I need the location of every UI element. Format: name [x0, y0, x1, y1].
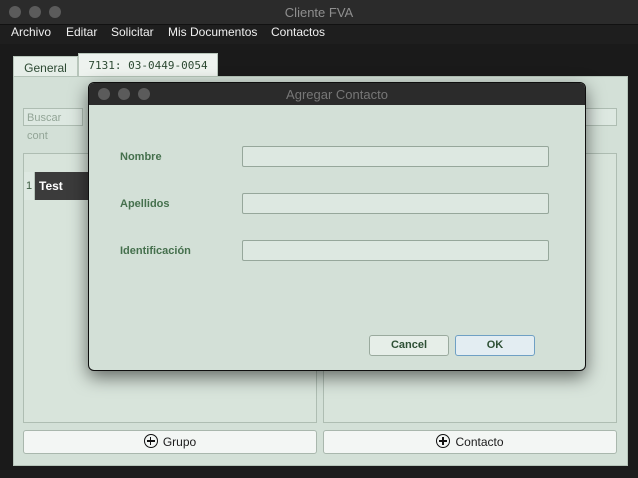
menu-bar: Archivo Editar Solicitar Mis Documentos … — [0, 25, 638, 43]
tab-document[interactable]: 7131: 03-0449-0054 — [78, 53, 218, 78]
group-name: Test — [35, 172, 88, 200]
add-group-button[interactable]: Grupo — [23, 430, 317, 454]
menu-archivo[interactable]: Archivo — [11, 25, 51, 39]
add-contact-dialog: Agregar Contacto Nombre Apellidos Identi… — [88, 82, 586, 371]
plus-circle-icon — [143, 434, 158, 448]
menu-editar[interactable]: Editar — [66, 25, 97, 39]
window-title: Cliente FVA — [284, 5, 354, 20]
row-index: 1 — [24, 172, 35, 200]
add-contact-label: Contacto — [455, 435, 504, 449]
apellidos-label: Apellidos — [120, 198, 170, 210]
apellidos-field[interactable] — [242, 193, 549, 214]
identificacion-label: Identificación — [120, 245, 191, 257]
search-input[interactable]: Buscar cont — [23, 108, 83, 142]
add-group-label: Grupo — [162, 435, 197, 449]
menu-contactos[interactable]: Contactos — [271, 25, 325, 39]
plus-circle-icon — [436, 434, 451, 448]
ok-button[interactable]: OK — [455, 335, 535, 356]
identificacion-field[interactable] — [242, 240, 549, 261]
menu-mis-documentos[interactable]: Mis Documentos — [168, 25, 257, 39]
nombre-field[interactable] — [242, 146, 549, 167]
add-contact-button[interactable]: Contacto — [323, 430, 617, 454]
cancel-button[interactable]: Cancel — [369, 335, 449, 356]
search-input-right[interactable] — [585, 108, 617, 126]
group-row[interactable]: 1 Test — [24, 172, 88, 200]
nombre-label: Nombre — [120, 151, 162, 163]
status-bar — [0, 470, 638, 478]
dialog-title: Agregar Contacto — [286, 87, 388, 102]
dialog-titlebar: Agregar Contacto — [89, 83, 585, 105]
menu-solicitar[interactable]: Solicitar — [111, 25, 154, 39]
window-titlebar: Cliente FVA — [0, 0, 638, 25]
